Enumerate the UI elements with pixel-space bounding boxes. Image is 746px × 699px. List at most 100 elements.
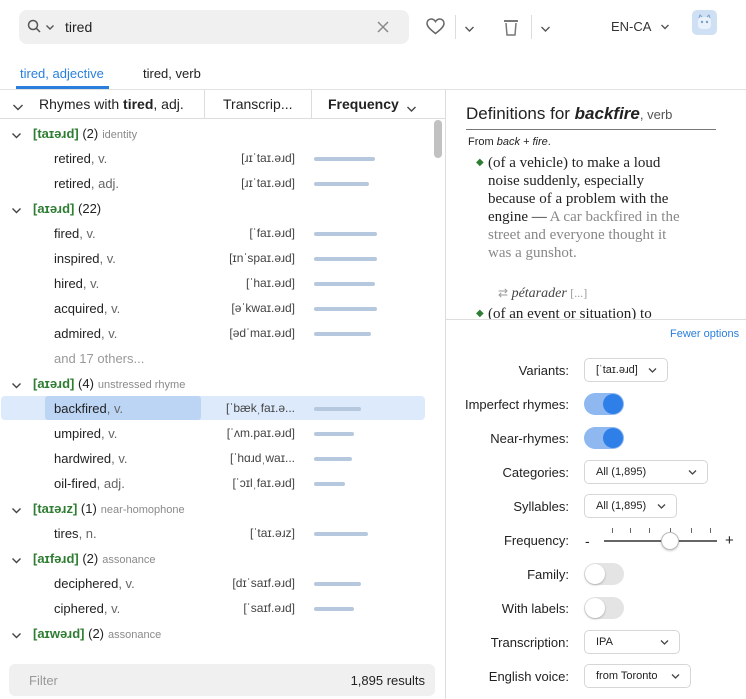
heart-icon[interactable] bbox=[426, 18, 445, 38]
near-rhymes-label: Near-rhymes: bbox=[490, 431, 569, 446]
frequency-bar bbox=[314, 582, 361, 586]
group-collapse-chevron-icon[interactable] bbox=[11, 378, 22, 393]
search-box[interactable] bbox=[19, 10, 409, 44]
frequency-label: Frequency: bbox=[503, 533, 569, 548]
frequency-bar bbox=[314, 432, 354, 436]
etymology-suffix: . bbox=[547, 136, 551, 148]
group-note: assonance bbox=[102, 554, 156, 566]
rhyme-group-header[interactable]: [taɪəɹz] (1) near-homophone bbox=[0, 496, 432, 521]
rhyme-transcription: [dɪˈsaɪf.əɹd] bbox=[232, 576, 295, 590]
search-options-chevron-icon[interactable] bbox=[45, 20, 55, 35]
group-heading: [aɪəɹd] (22) bbox=[33, 201, 105, 216]
avatar[interactable] bbox=[692, 10, 717, 35]
list-item[interactable]: retired, adj. [ɹɪˈtaɪ.əɹd] bbox=[0, 171, 432, 196]
group-collapse-chevron-icon[interactable] bbox=[11, 203, 22, 218]
show-more-label: and 17 others... bbox=[54, 351, 145, 366]
frequency-increase-button[interactable]: + bbox=[725, 532, 734, 549]
transcription-select[interactable]: IPA bbox=[584, 630, 680, 654]
rhyme-group-header[interactable]: [aɪfəɹd] (2) assonance bbox=[0, 546, 432, 571]
group-collapse-chevron-icon[interactable] bbox=[11, 553, 22, 568]
frequency-column-header[interactable]: Frequency bbox=[328, 90, 399, 119]
list-item[interactable]: acquired, v. [əˈkwaɪ.əɹd] bbox=[0, 296, 432, 321]
show-more-link[interactable]: and 17 others... bbox=[0, 346, 432, 371]
frequency-slider-handle[interactable] bbox=[661, 532, 679, 550]
english-voice-select[interactable]: from Toronto bbox=[584, 664, 691, 688]
frequency-bar bbox=[314, 282, 375, 286]
trash-icon[interactable] bbox=[503, 18, 519, 39]
rhyme-word: hired, v. bbox=[54, 276, 100, 291]
with-labels-toggle[interactable] bbox=[584, 597, 624, 619]
etymology-line: From back + fire. bbox=[468, 136, 551, 148]
frequency-decrease-button[interactable]: - bbox=[585, 533, 590, 549]
frequency-bar bbox=[314, 407, 361, 411]
near-rhymes-toggle[interactable] bbox=[584, 427, 624, 449]
group-collapse-chevron-icon[interactable] bbox=[11, 628, 22, 643]
rhyme-word: inspired, v. bbox=[54, 251, 116, 266]
clear-search-icon[interactable] bbox=[376, 20, 390, 37]
transcription-column-header[interactable]: Transcrip... bbox=[223, 90, 293, 119]
rhyme-group-header[interactable]: [taɪəɹd] (2) identity bbox=[0, 121, 432, 146]
transcription-value: IPA bbox=[596, 636, 613, 648]
list-item[interactable]: ciphered, v. [ˈsaɪf.əɹd] bbox=[0, 596, 432, 621]
group-ipa: [taɪəɹd] bbox=[33, 126, 79, 141]
top-bar: EN-CA bbox=[0, 0, 746, 56]
imperfect-rhymes-toggle[interactable] bbox=[584, 393, 624, 415]
translation-more[interactable]: [...] bbox=[570, 286, 587, 300]
rhyme-group-header[interactable]: [aɪəɹd] (22) bbox=[0, 196, 432, 221]
list-item[interactable]: inspired, v. [ɪnˈspaɪ.əɹd] bbox=[0, 246, 432, 271]
search-icon[interactable] bbox=[27, 19, 41, 36]
filter-input-placeholder[interactable]: Filter bbox=[29, 673, 58, 688]
language-selector[interactable]: EN-CA bbox=[611, 19, 670, 34]
history-menu-chevron-icon[interactable] bbox=[540, 22, 551, 37]
english-voice-label: English voice: bbox=[488, 669, 569, 684]
rhyme-transcription: [ˈhaɪ.əɹd] bbox=[246, 276, 295, 290]
group-note: identity bbox=[102, 129, 138, 141]
rhyme-group-header[interactable]: [aɪəɹd] (4) unstressed rhyme bbox=[0, 371, 432, 396]
list-item[interactable]: tires, n. [ˈtaɪ.əɹz] bbox=[0, 521, 432, 546]
favorites-menu-chevron-icon[interactable] bbox=[464, 22, 475, 37]
list-item[interactable]: oil-fired, adj. [ˈɔɪlˌfaɪ.əɹd] bbox=[0, 471, 432, 496]
rhyme-transcription: [ˈtaɪ.əɹz] bbox=[250, 526, 295, 540]
variants-select[interactable]: [ˈtaɪ.əɹd] bbox=[584, 358, 668, 382]
group-count: (2) bbox=[82, 551, 99, 566]
group-heading: [taɪəɹd] (2) identity bbox=[33, 126, 137, 141]
syllables-select[interactable]: All (1,895) bbox=[584, 494, 677, 518]
rhyme-transcription: [ɹɪˈtaɪ.əɹd] bbox=[241, 176, 295, 190]
rhyme-transcription: [ədˈmaɪ.əɹd] bbox=[229, 326, 295, 340]
sort-chevron-icon[interactable] bbox=[406, 101, 417, 116]
group-note: assonance bbox=[108, 629, 162, 641]
list-scrollbar[interactable] bbox=[434, 120, 442, 158]
rhyme-word: backfired, v. bbox=[54, 401, 124, 416]
group-collapse-chevron-icon[interactable] bbox=[11, 503, 22, 518]
list-item[interactable]: umpired, v. [ˈʌm.paɪ.əɹd] bbox=[0, 421, 432, 446]
list-item[interactable]: deciphered, v. [dɪˈsaɪf.əɹd] bbox=[0, 571, 432, 596]
group-collapse-chevron-icon[interactable] bbox=[11, 128, 22, 143]
tab-tired-verb[interactable]: tired, verb bbox=[143, 66, 201, 81]
tab-tired-adjective[interactable]: tired, adjective bbox=[20, 66, 104, 81]
fewer-options-link[interactable]: Fewer options bbox=[670, 328, 739, 340]
list-item[interactable]: fired, v. [ˈfaɪ.əɹd] bbox=[0, 221, 432, 246]
chevron-down-icon bbox=[660, 640, 669, 645]
group-heading: [aɪəɹd] (4) unstressed rhyme bbox=[33, 376, 185, 391]
list-item[interactable]: hired, v. [ˈhaɪ.əɹd] bbox=[0, 271, 432, 296]
language-label: EN-CA bbox=[611, 19, 651, 34]
sense-bullet-icon: ◆ bbox=[476, 308, 484, 319]
categories-select[interactable]: All (1,895) bbox=[584, 460, 708, 484]
search-input[interactable] bbox=[65, 16, 365, 38]
filter-bar[interactable]: Filter 1,895 results bbox=[9, 664, 435, 696]
collapse-all-chevron-icon[interactable] bbox=[12, 100, 24, 115]
rhyme-word: oil-fired, adj. bbox=[54, 476, 125, 491]
rhyme-group-header[interactable]: [aɪwəɹd] (2) assonance bbox=[0, 621, 432, 646]
translation-line[interactable]: ⇄ pétarader [...] bbox=[498, 286, 587, 302]
group-count: (4) bbox=[78, 376, 94, 391]
chevron-down-icon bbox=[657, 504, 666, 509]
list-item[interactable]: admired, v. [ədˈmaɪ.əɹd] bbox=[0, 321, 432, 346]
list-item[interactable]: retired, v. [ɹɪˈtaɪ.əɹd] bbox=[0, 146, 432, 171]
rhyme-word: fired, v. bbox=[54, 226, 96, 241]
definitions-panel: Definitions for backfire, verb From back… bbox=[446, 90, 746, 320]
family-toggle[interactable] bbox=[584, 563, 624, 585]
group-heading: [taɪəɹz] (1) near-homophone bbox=[33, 501, 185, 516]
selected-list-item[interactable]: backfired, v. [ˈbækˌfaɪ.ə... bbox=[0, 396, 432, 421]
rhymes-column-header[interactable]: Rhymes with tired, adj. bbox=[39, 90, 184, 119]
list-item[interactable]: hardwired, v. [ˈhɑɹdˌwaɪ... bbox=[0, 446, 432, 471]
